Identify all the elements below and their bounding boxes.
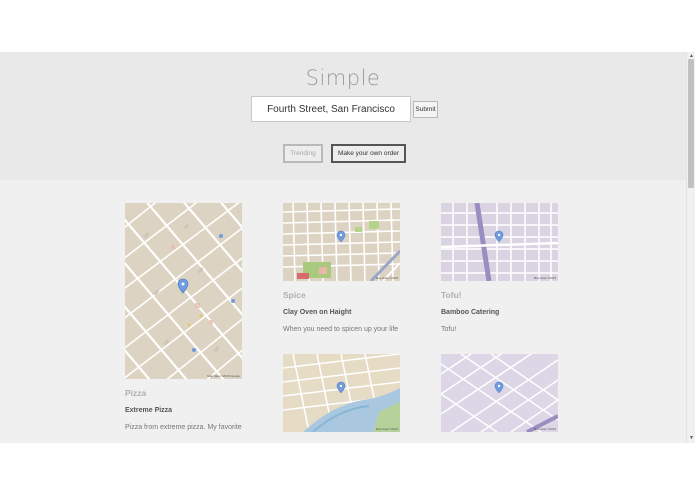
card-map[interactable]: Map data ©2015 [441,354,558,432]
card-map[interactable]: Map data ©2015 [441,203,558,281]
map-credit: Map data ©2015 [534,276,557,280]
trending-button[interactable]: Trending [283,144,323,163]
site-title: Simple [305,66,381,90]
card-description: Pizza from extreme pizza. My favorite [125,424,242,431]
map-credit: Map data ©2015 [376,276,399,280]
hero-section: Simple Submit Trending Make your own ord… [0,52,686,180]
card-name: Bamboo Catering [441,309,500,316]
make-your-own-order-button[interactable]: Make your own order [331,144,406,163]
card-name: Extreme Pizza [125,407,173,414]
card-map[interactable]: Map data ©2015 [283,354,400,432]
address-input[interactable] [251,96,411,122]
map-credit: Map data ©2015 Google [207,374,240,378]
card-map[interactable]: Map data ©2015 [283,203,400,281]
map-credit: Map data ©2015 [534,427,557,431]
map-image-pizza: Map data ©2015 Google [125,203,242,379]
card-map[interactable]: Map data ©2015 Google [125,203,242,379]
map-credit: Map data ©2015 [376,427,399,431]
submit-button[interactable]: Submit [413,101,438,118]
page-viewport: Simple Submit Trending Make your own ord… [0,52,695,443]
card-name: Clay Oven on Haight [283,309,352,316]
vertical-scrollbar[interactable]: ▲ ▼ [686,52,695,443]
card-category: Pizza [125,388,147,398]
card-description: Tofu! [441,326,457,333]
card-category: Spice [283,290,306,300]
map-image-tofu: Map data ©2015 [441,203,558,281]
card-description: When you need to spicen up your life [283,326,399,333]
card-category: Tofu! [441,290,462,300]
scroll-thumb[interactable] [688,59,694,188]
scroll-down-arrow-icon[interactable]: ▼ [688,435,695,442]
map-image-row2-col3: Map data ©2015 [441,354,558,432]
map-image-row2-col2: Map data ©2015 [283,354,400,432]
map-image-spice: Map data ©2015 [283,203,400,281]
